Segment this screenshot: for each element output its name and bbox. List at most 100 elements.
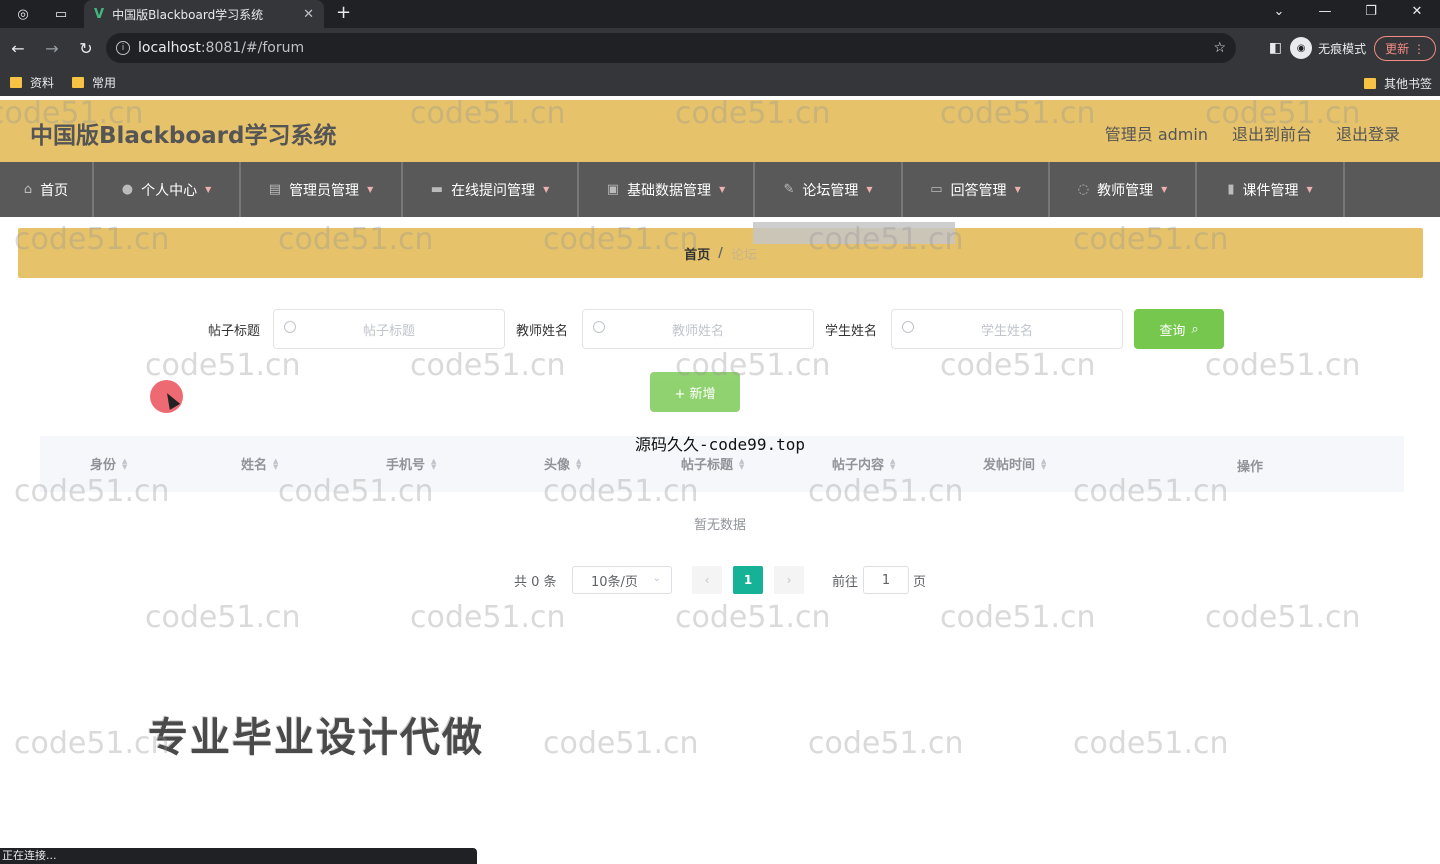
search-icon: [902, 321, 914, 333]
globe-icon[interactable]: ◎: [12, 3, 34, 25]
back-to-front-link[interactable]: 退出到前台: [1232, 121, 1312, 145]
url-input[interactable]: i localhost :8081/#/forum ☆: [106, 33, 1236, 63]
sort-icon[interactable]: ▲ ▼: [431, 457, 436, 470]
menu-label: 回答管理: [950, 182, 1007, 199]
browser-tab-bar: ◎ ▭ V 中国版Blackboard学习系统 ✕ + ⌄ — ❐ ✕: [0, 0, 1440, 28]
minimize-icon[interactable]: —: [1302, 0, 1348, 28]
add-button[interactable]: + 新增: [650, 372, 740, 412]
sort-icon[interactable]: ▲ ▼: [890, 457, 895, 470]
menu-item-teachers[interactable]: ◌ 教师管理 ▼: [1050, 162, 1197, 217]
home-icon: ⌂: [23, 182, 33, 197]
chevron-down-icon: ▼: [205, 185, 212, 194]
column-label: 姓名: [241, 458, 268, 473]
menu-item-answers[interactable]: ▭ 回答管理 ▼: [903, 162, 1050, 217]
forward-icon[interactable]: →: [36, 32, 68, 64]
menu-item-basic-data[interactable]: ▣ 基础数据管理 ▼: [579, 162, 755, 217]
close-window-icon[interactable]: ✕: [1394, 0, 1440, 28]
close-tab-icon[interactable]: ✕: [303, 7, 314, 22]
header-links: 管理员 admin 退出到前台 退出登录: [1105, 121, 1400, 145]
page-size-value: 10条/页: [591, 574, 638, 590]
watermark: code51.cn: [1073, 726, 1229, 761]
column-header[interactable]: 姓名 ▲ ▼: [241, 454, 278, 473]
menu-item-questions[interactable]: ▬ 在线提问管理 ▼: [403, 162, 579, 217]
teacher-name-placeholder: 教师姓名: [671, 323, 724, 339]
restore-icon[interactable]: ❐: [1348, 0, 1394, 28]
folder-icon: [72, 76, 85, 88]
tab-title: 中国版Blackboard学习系统: [112, 7, 264, 22]
back-icon[interactable]: ←: [2, 32, 34, 64]
teacher-name-input[interactable]: 教师姓名: [582, 309, 814, 349]
status-bar: 正在连接...: [0, 848, 477, 864]
watermark: code51.cn: [410, 600, 566, 635]
breadcrumb-home[interactable]: 首页: [684, 244, 710, 263]
bookmark-folder-2[interactable]: 常用: [72, 74, 116, 91]
menu-label: 教师管理: [1097, 182, 1154, 199]
chevron-down-icon: ▼: [1161, 185, 1168, 194]
promo-watermark-text: 专业毕业设计代做: [148, 715, 484, 761]
page-size-select[interactable]: 10条/页 ⌄: [572, 566, 672, 594]
bookmark-folder-1[interactable]: 资料: [10, 74, 54, 91]
menu-item-admin[interactable]: ▤ 管理员管理 ▼: [241, 162, 403, 217]
chevron-down-icon: ▼: [719, 185, 726, 194]
goto-label: 前往: [832, 575, 859, 590]
prev-page-button[interactable]: ‹: [692, 566, 722, 594]
url-path: :8081/#/forum: [200, 40, 305, 56]
column-header[interactable]: 身份 ▲ ▼: [90, 454, 127, 473]
other-bookmarks[interactable]: 其他书签: [1363, 75, 1432, 92]
toolbar-right: ◧ ◉ 无痕模式 更新 ⋮: [1269, 34, 1436, 62]
user-icon: ●: [121, 182, 134, 197]
other-bookmarks-label: 其他书签: [1383, 77, 1432, 91]
browser-tab[interactable]: V 中国版Blackboard学习系统 ✕: [84, 0, 324, 28]
menu-label: 个人中心: [141, 182, 198, 199]
info-icon[interactable]: i: [116, 41, 130, 55]
sort-icon[interactable]: ▲ ▼: [1041, 457, 1046, 470]
chevron-down-icon[interactable]: ⌄: [1256, 0, 1302, 28]
bookmark-label: 资料: [30, 75, 55, 90]
column-label: 手机号: [386, 458, 426, 473]
next-page-button[interactable]: ›: [774, 566, 804, 594]
watermark: code51.cn: [940, 348, 1096, 383]
reload-icon[interactable]: ↻: [70, 32, 102, 64]
watermark: code51.cn: [145, 600, 301, 635]
page-number-button[interactable]: 1: [733, 566, 763, 594]
forum-icon: ✎: [783, 182, 795, 197]
watermark: code51.cn: [675, 600, 831, 635]
menu-item-profile[interactable]: ● 个人中心 ▼: [94, 162, 241, 217]
sort-icon[interactable]: ▲ ▼: [122, 457, 127, 470]
menu-item-forum[interactable]: ✎ 论坛管理 ▼: [755, 162, 903, 217]
breadcrumb-separator: /: [718, 245, 723, 261]
post-title-input[interactable]: 帖子标题: [273, 309, 505, 349]
star-icon[interactable]: ☆: [1213, 40, 1226, 56]
column-label: 帖子内容: [832, 458, 885, 473]
sort-icon[interactable]: ▲ ▼: [576, 457, 581, 470]
watermark: code51.cn: [543, 726, 699, 761]
chevron-down-icon: ▼: [1306, 185, 1313, 194]
column-header[interactable]: 发帖时间 ▲ ▼: [983, 454, 1046, 473]
window-icon[interactable]: ▭: [50, 3, 72, 25]
sort-icon[interactable]: ▲ ▼: [273, 457, 278, 470]
search-button[interactable]: 查询 ⌕: [1134, 309, 1224, 349]
chevron-down-icon: ▼: [1014, 185, 1021, 194]
window-controls: ⌄ — ❐ ✕: [1256, 0, 1440, 28]
search-form: 帖子标题 帖子标题 教师姓名 教师姓名 学生姓名 学生姓名 查询 ⌕: [0, 309, 1440, 349]
incognito-indicator[interactable]: ◉ 无痕模式: [1290, 37, 1366, 59]
menu-item-home[interactable]: ⌂ 首页: [0, 162, 94, 217]
column-header[interactable]: 头像 ▲ ▼: [544, 454, 581, 473]
update-label: 更新: [1385, 41, 1410, 56]
menu-item-courseware[interactable]: ▮ 课件管理 ▼: [1197, 162, 1345, 217]
student-name-placeholder: 学生姓名: [980, 323, 1033, 339]
student-name-input[interactable]: 学生姓名: [891, 309, 1123, 349]
menu-label: 管理员管理: [289, 182, 360, 199]
sidepanel-icon[interactable]: ◧: [1269, 40, 1282, 56]
bookmark-label: 常用: [92, 75, 117, 90]
page-suffix: 页: [913, 575, 927, 590]
update-button[interactable]: 更新 ⋮: [1374, 35, 1436, 61]
goto-page-input[interactable]: 1: [863, 566, 909, 594]
teacher-icon: ◌: [1077, 182, 1090, 197]
column-header[interactable]: 帖子内容 ▲ ▼: [832, 454, 895, 473]
logout-link[interactable]: 退出登录: [1336, 121, 1400, 145]
column-header[interactable]: 帖子标题 ▲ ▼: [681, 454, 744, 473]
sort-icon[interactable]: ▲ ▼: [739, 457, 744, 470]
new-tab-icon[interactable]: +: [336, 2, 351, 23]
column-header[interactable]: 手机号 ▲ ▼: [386, 454, 436, 473]
